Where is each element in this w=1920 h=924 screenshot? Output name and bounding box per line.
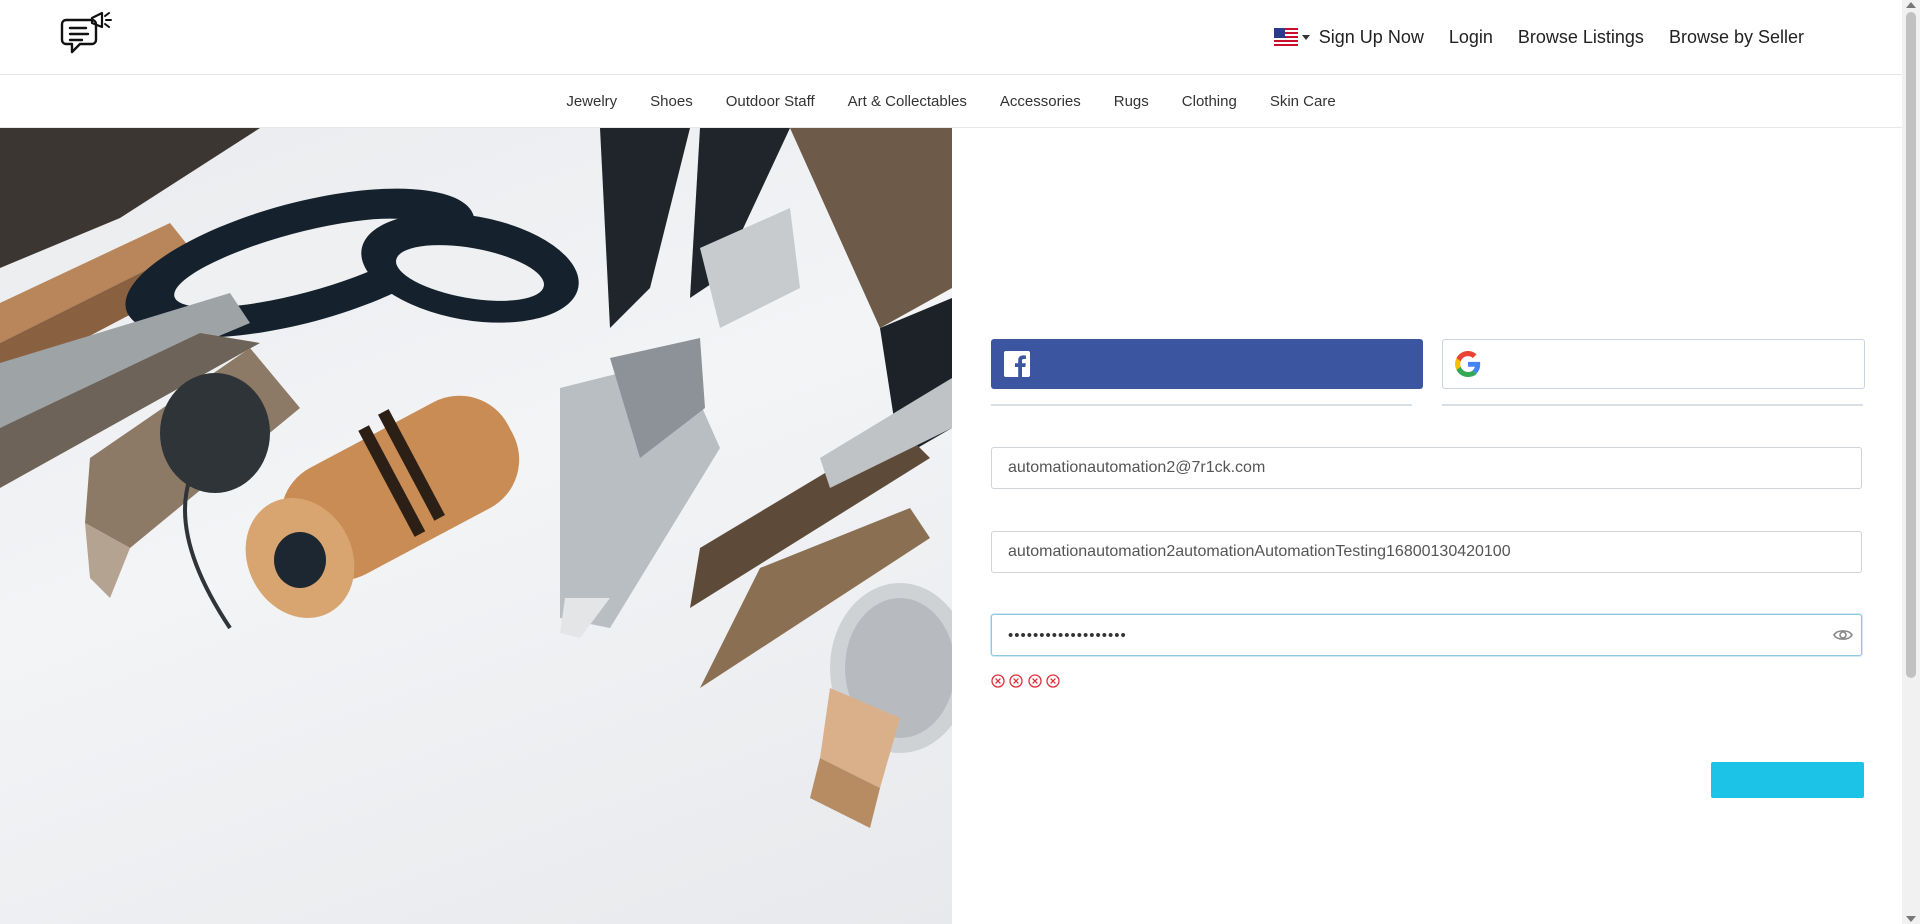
password-requirements [991, 674, 1061, 695]
site-logo-icon[interactable] [60, 10, 112, 64]
category-art-collectables[interactable]: Art & Collectables [848, 93, 967, 110]
google-signin-button[interactable] [1442, 339, 1865, 389]
scroll-up-icon[interactable] [1906, 2, 1916, 8]
craft-tools-illustration [0, 128, 952, 828]
password-field[interactable]: ••••••••••••••••••• [991, 614, 1862, 656]
username-field-value: automationautomation2automationAutomatio… [1008, 543, 1511, 560]
password-field-value: ••••••••••••••••••• [1008, 626, 1127, 644]
category-clothing[interactable]: Clothing [1182, 93, 1237, 110]
us-flag-icon [1273, 28, 1298, 46]
facebook-button-divider [991, 404, 1412, 406]
login-link[interactable]: Login [1449, 27, 1493, 48]
email-field[interactable]: automationautomation2@7r1ck.com [991, 447, 1862, 489]
username-field[interactable]: automationautomation2automationAutomatio… [991, 531, 1862, 573]
category-shoes[interactable]: Shoes [650, 93, 693, 110]
category-skin-care[interactable]: Skin Care [1270, 93, 1336, 110]
hero-image [0, 128, 952, 924]
email-field-value: automationautomation2@7r1ck.com [1008, 459, 1266, 476]
category-rugs[interactable]: Rugs [1114, 93, 1149, 110]
google-icon [1455, 351, 1481, 377]
x-circle-icon [1028, 674, 1042, 688]
facebook-icon [1004, 351, 1030, 377]
signup-form-panel [953, 128, 1902, 924]
browse-listings-link[interactable]: Browse Listings [1518, 27, 1644, 48]
language-selector[interactable] [1273, 28, 1310, 46]
x-circle-icon [991, 674, 1005, 688]
category-outdoor-staff[interactable]: Outdoor Staff [726, 93, 815, 110]
submit-button[interactable] [1711, 762, 1864, 798]
x-circle-icon [1046, 674, 1061, 688]
site-header: Sign Up Now Login Browse Listings Browse… [0, 0, 1902, 75]
browse-by-seller-link[interactable]: Browse by Seller [1669, 27, 1804, 48]
google-button-divider [1442, 404, 1863, 406]
top-navigation: Sign Up Now Login Browse Listings Browse… [1273, 0, 1804, 74]
chevron-down-icon [1301, 34, 1310, 40]
category-navigation: Jewelry Shoes Outdoor Staff Art & Collec… [0, 75, 1902, 128]
x-circle-icon [1009, 674, 1024, 688]
facebook-signin-button[interactable] [991, 339, 1423, 389]
page-scrollbar[interactable] [1902, 0, 1920, 924]
scroll-down-icon[interactable] [1906, 916, 1916, 922]
category-accessories[interactable]: Accessories [1000, 93, 1081, 110]
scrollbar-thumb[interactable] [1906, 12, 1916, 678]
eye-icon[interactable] [1833, 627, 1853, 643]
sign-up-link[interactable]: Sign Up Now [1319, 27, 1424, 48]
category-jewelry[interactable]: Jewelry [566, 93, 617, 110]
